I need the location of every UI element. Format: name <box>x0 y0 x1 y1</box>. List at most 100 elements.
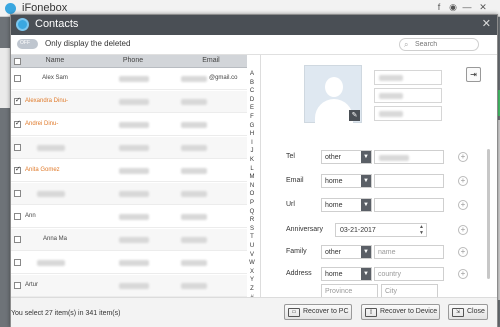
city-input[interactable]: City <box>381 284 438 297</box>
alphabet-letter[interactable]: B <box>247 80 257 86</box>
blurred-value <box>379 93 403 99</box>
table-row[interactable] <box>11 183 247 205</box>
row-checkbox[interactable] <box>14 282 21 289</box>
last-name-field[interactable] <box>374 106 442 121</box>
chevron-down-icon: ▼ <box>361 151 371 163</box>
alphabet-letter[interactable]: U <box>247 243 257 249</box>
search-input[interactable] <box>415 41 475 48</box>
table-row[interactable] <box>11 252 247 274</box>
row-checkbox[interactable] <box>14 75 21 82</box>
blurred-name <box>37 191 65 197</box>
alphabet-letter[interactable]: J <box>247 148 257 154</box>
email-type-select[interactable]: home ▼ <box>321 174 372 188</box>
table-row[interactable]: Alexandra Dinu- <box>11 91 247 113</box>
family-name-input[interactable]: name <box>374 245 444 259</box>
alphabet-letter[interactable]: I <box>247 140 257 146</box>
recover-to-device-button[interactable]: ▯ Recover to Device <box>361 304 440 320</box>
row-checkbox[interactable] <box>14 96 21 105</box>
family-type-select[interactable]: other ▼ <box>321 245 372 259</box>
email-input[interactable] <box>374 174 444 188</box>
close-app-icon[interactable]: ✕ <box>478 2 488 13</box>
alphabet-letter[interactable]: H <box>247 131 257 137</box>
dialog-close-icon[interactable]: ✕ <box>482 17 491 30</box>
row-checkbox[interactable] <box>14 119 21 128</box>
add-date-icon[interactable]: + <box>458 225 468 235</box>
alphabet-letter[interactable]: Q <box>247 209 257 215</box>
alphabet-letter[interactable]: R <box>247 217 257 223</box>
edit-avatar-icon[interactable]: ✎ <box>349 110 360 121</box>
table-row[interactable]: Anita Gomez <box>11 160 247 182</box>
table-row[interactable]: Anna Ma <box>11 229 247 251</box>
column-name[interactable]: Name <box>25 57 85 64</box>
search-box[interactable]: ⌕ <box>399 38 479 51</box>
contact-name: Artur <box>25 282 39 288</box>
alphabet-letter[interactable]: L <box>247 166 257 172</box>
add-family-icon[interactable]: + <box>458 247 468 257</box>
middle-name-field[interactable] <box>374 88 442 103</box>
alphabet-letter[interactable]: Y <box>247 277 257 283</box>
alphabet-letter[interactable]: N <box>247 183 257 189</box>
row-checkbox[interactable] <box>14 213 21 220</box>
row-checkbox[interactable] <box>14 165 21 174</box>
add-address-icon[interactable]: + <box>458 269 468 279</box>
url-type-select[interactable]: home ▼ <box>321 198 372 212</box>
blurred-email <box>181 214 207 220</box>
table-row[interactable]: Alex Sam @gmail.co <box>11 68 247 90</box>
url-input[interactable] <box>374 198 444 212</box>
alphabet-letter[interactable]: P <box>247 200 257 206</box>
alphabet-letter[interactable]: W <box>247 260 257 266</box>
recover-to-pc-button[interactable]: ▭ Recover to PC <box>284 304 352 320</box>
date-spinner-icon[interactable]: ▲ ▼ <box>419 224 424 236</box>
alphabet-letter[interactable]: F <box>247 114 257 120</box>
tel-type-select[interactable]: other ▼ <box>321 150 372 164</box>
add-email-icon[interactable]: + <box>458 176 468 186</box>
detail-scrollbar[interactable] <box>487 149 490 279</box>
blurred-phone <box>119 145 149 151</box>
add-tel-icon[interactable]: + <box>458 152 468 162</box>
province-input[interactable]: Province <box>321 284 378 297</box>
deleted-only-toggle[interactable]: OFF <box>17 39 38 49</box>
email-label: Email <box>286 177 304 184</box>
column-phone[interactable]: Phone <box>103 57 163 64</box>
alphabet-letter[interactable]: O <box>247 191 257 197</box>
chat-icon[interactable]: ◉ <box>448 2 458 13</box>
blurred-value <box>379 111 403 117</box>
recover-to-pc-label: Recover to PC <box>303 308 349 315</box>
column-email[interactable]: Email <box>179 57 243 64</box>
alphabet-letter[interactable]: A <box>247 71 257 77</box>
table-row[interactable]: Andrei Dinu- <box>11 114 247 136</box>
alphabet-letter[interactable]: M <box>247 174 257 180</box>
row-checkbox[interactable] <box>14 236 21 243</box>
alphabet-letter[interactable]: S <box>247 226 257 232</box>
select-all-checkbox[interactable] <box>14 58 21 65</box>
row-checkbox[interactable] <box>14 144 21 151</box>
table-row[interactable]: Ann <box>11 206 247 228</box>
alphabet-letter[interactable]: G <box>247 123 257 129</box>
avatar: ✎ <box>304 65 362 124</box>
alphabet-letter[interactable]: Z <box>247 286 257 292</box>
country-input[interactable]: country <box>374 267 444 281</box>
tel-input[interactable] <box>374 150 444 164</box>
alphabet-letter[interactable]: V <box>247 252 257 258</box>
first-name-field[interactable] <box>374 70 442 85</box>
export-icon[interactable]: ⇥ <box>466 67 481 82</box>
alphabet-letter[interactable]: X <box>247 269 257 275</box>
minimize-icon[interactable]: — <box>462 2 472 13</box>
close-button[interactable]: ⇲ Close <box>448 304 488 320</box>
contacts-logo-icon <box>16 18 29 31</box>
province-placeholder: Province <box>325 288 353 295</box>
alphabet-letter[interactable]: D <box>247 97 257 103</box>
address-type-select[interactable]: home ▼ <box>321 267 372 281</box>
alphabet-letter[interactable]: C <box>247 88 257 94</box>
alphabet-letter[interactable]: T <box>247 234 257 240</box>
table-row[interactable]: Artur <box>11 275 247 297</box>
row-checkbox[interactable] <box>14 259 21 266</box>
anniversary-date-field[interactable]: 03-21-2017 ▲ ▼ <box>335 223 427 237</box>
alphabet-letter[interactable]: E <box>247 105 257 111</box>
table-row[interactable] <box>11 137 247 159</box>
row-checkbox[interactable] <box>14 190 21 197</box>
alphabet-letter[interactable]: K <box>247 157 257 163</box>
add-url-icon[interactable]: + <box>458 200 468 210</box>
blurred-phone <box>119 214 149 220</box>
facebook-icon[interactable]: f <box>434 2 444 13</box>
